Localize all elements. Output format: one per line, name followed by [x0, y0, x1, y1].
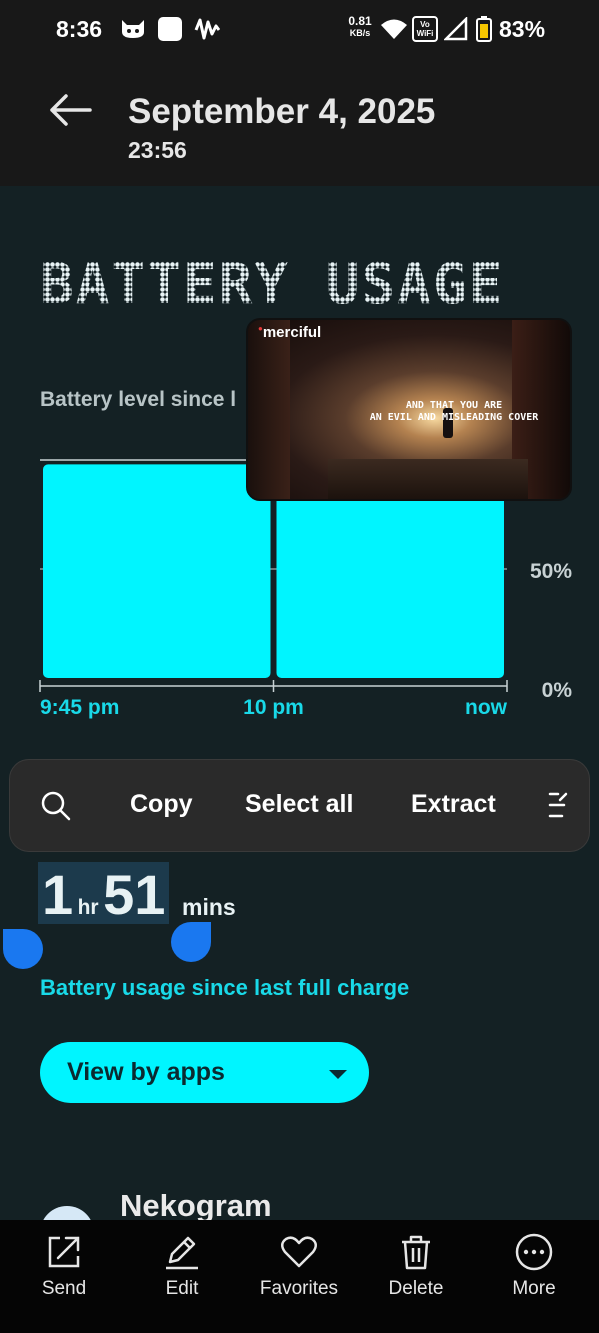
usage-caption: Battery usage since last full charge [40, 975, 410, 1000]
extract-button[interactable]: Extract [411, 790, 496, 819]
toolbar-overflow-button[interactable] [546, 790, 570, 820]
video-logo-text: merciful [262, 324, 322, 341]
favorites-button[interactable]: Favorites [244, 1232, 354, 1300]
signal-icon [442, 15, 468, 46]
app-square-icon [157, 16, 183, 47]
cat-notification-icon [120, 16, 146, 45]
x-tick-label-2: now [465, 696, 508, 719]
page-title: BATTERY USAGE [40, 252, 504, 317]
waveform-icon [194, 16, 221, 47]
search-icon [41, 791, 71, 821]
caret-down-icon [329, 1070, 347, 1079]
view-by-selected-label: View by apps [67, 1058, 225, 1086]
y-tick-label-0: 50% [530, 560, 572, 583]
app-list-item-name[interactable]: Nekogram [120, 1188, 272, 1224]
more-label: More [512, 1278, 556, 1299]
picture-in-picture-video[interactable]: ●merciful AND THAT YOU ARE AN EVIL AND M… [246, 318, 572, 501]
send-label: Send [41, 1278, 87, 1299]
search-button[interactable] [40, 790, 72, 822]
chart-bar-1 [276, 473, 504, 678]
header-time: 23:56 [128, 137, 187, 163]
favorites-label: Favorites [259, 1278, 339, 1299]
svg-text:Vo: Vo [420, 20, 430, 29]
share-icon [48, 1236, 80, 1268]
usage-minutes-unit: mins [182, 894, 236, 920]
wifi-icon [380, 18, 408, 45]
video-stairs [328, 459, 528, 499]
x-tick-label-0: 9:45 pm [40, 696, 119, 719]
selection-handle-end[interactable] [171, 922, 211, 962]
battery-icon [476, 16, 492, 47]
copy-button[interactable]: Copy [130, 790, 193, 819]
y-tick-label-1: 0% [542, 679, 573, 702]
battery-level-label: Battery level since l [40, 388, 237, 411]
more-button[interactable]: More [479, 1232, 589, 1300]
delete-label: Delete [388, 1278, 444, 1299]
more-dots-icon [515, 1233, 553, 1271]
video-pillar-left [248, 320, 290, 499]
view-by-dropdown[interactable]: View by apps [40, 1042, 369, 1103]
pencil-icon [166, 1236, 198, 1270]
usage-duration-selected[interactable]: 1 hr 51 [38, 862, 170, 926]
chart-bar-0 [43, 464, 271, 678]
text-selection-toolbar: Copy Select all Extract [9, 759, 590, 852]
select-all-button[interactable]: Select all [245, 790, 353, 819]
content-area: BATTERY USAGE Battery level since l 9:45… [0, 186, 599, 1260]
heart-icon [281, 1236, 317, 1268]
usage-hours-unit: hr [77, 896, 99, 919]
overflow-icon [548, 792, 568, 818]
svg-text:WiFi: WiFi [417, 29, 434, 38]
battery-percent: 83% [499, 16, 546, 42]
header-date: September 4, 2025 [128, 92, 436, 131]
page-title-text: BATTERY USAGE [40, 252, 505, 317]
app-header: September 4, 2025 23:56 [0, 62, 599, 186]
x-tick-label-1: 10 pm [243, 696, 304, 719]
video-subtitle-line1: AND THAT YOU ARE [405, 400, 503, 411]
video-logo: ●merciful [258, 324, 321, 341]
vowifi-icon: Vo WiFi [412, 16, 438, 47]
edit-label: Edit [165, 1278, 199, 1299]
net-speed-value: 0.81 [348, 14, 372, 28]
net-speed-unit: KB/s [349, 28, 371, 38]
delete-button[interactable]: Delete [361, 1232, 471, 1300]
video-subtitle: AND THAT YOU ARE AN EVIL AND MISLEADING … [334, 400, 570, 424]
usage-hours: 1 [42, 863, 74, 926]
send-button[interactable]: Send [9, 1232, 119, 1300]
trash-icon [402, 1235, 430, 1270]
bottom-action-bar: Send Edit Favorites Delete More [0, 1220, 599, 1333]
edit-button[interactable]: Edit [127, 1232, 237, 1300]
arrow-left-icon [50, 94, 92, 126]
status-time: 8:36 [56, 16, 103, 42]
video-subtitle-line2: AN EVIL AND MISLEADING COVER [369, 412, 539, 423]
back-button[interactable] [44, 90, 96, 130]
status-bar: 8:36 0.81 KB/s Vo WiFi 83% [0, 0, 599, 62]
selection-handle-start[interactable] [3, 929, 43, 969]
usage-minutes: 51 [103, 863, 166, 926]
net-speed: 0.81 KB/s [343, 15, 377, 39]
